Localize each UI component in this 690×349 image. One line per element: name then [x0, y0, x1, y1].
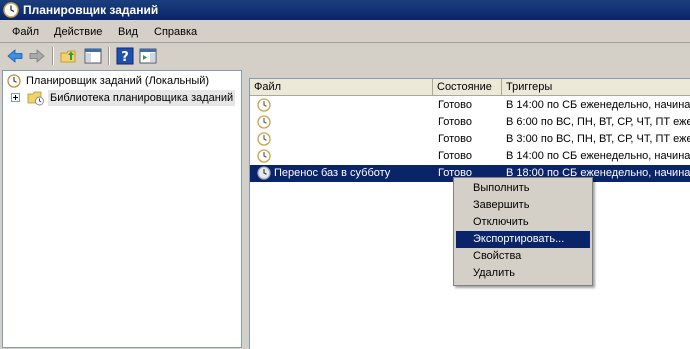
task-status: Готово: [438, 116, 472, 128]
menu-action[interactable]: Действие: [54, 25, 102, 39]
up-folder-icon[interactable]: [59, 46, 79, 66]
context-menu-delete[interactable]: Удалить: [456, 265, 590, 282]
task-status: Готово: [438, 150, 472, 162]
svg-text:?: ?: [121, 50, 129, 65]
task-trigger: В 14:00 по СБ еженедельно, начиная: [506, 150, 690, 162]
window-title: Планировщик заданий: [23, 3, 159, 17]
tree-pane: Планировщик заданий (Локальный) Библиоте…: [2, 70, 242, 348]
tree-root-label: Планировщик заданий (Локальный): [26, 75, 210, 87]
menu-help[interactable]: Справка: [154, 25, 197, 39]
forward-icon[interactable]: [27, 46, 47, 66]
help-icon[interactable]: ?: [115, 46, 135, 66]
task-trigger: В 14:00 по СБ еженедельно, начиная: [506, 99, 690, 111]
folder-icon: [27, 91, 44, 106]
column-header-status[interactable]: Состояние: [433, 79, 502, 96]
task-trigger: В 6:00 по ВС, ПН, ВТ, СР, ЧТ, ПТ еже: [506, 116, 690, 128]
clock-icon: [257, 166, 271, 180]
clock-icon: [257, 149, 271, 163]
toolbar-separator: [52, 47, 54, 65]
clock-icon: [3, 2, 19, 18]
expand-plus-icon[interactable]: [11, 93, 20, 102]
context-menu-export[interactable]: Экспортировать...: [456, 231, 590, 248]
clock-icon: [7, 74, 21, 88]
context-menu-disable[interactable]: Отключить: [456, 214, 590, 231]
context-menu-run[interactable]: Выполнить: [456, 180, 590, 197]
tree-item-library-label: Библиотека планировщика заданий: [48, 90, 236, 106]
task-row[interactable]: Готово В 14:00 по СБ еженедельно, начина…: [250, 97, 690, 114]
task-status: Готово: [438, 99, 472, 111]
task-trigger: В 3:00 по ВС, ПН, ВТ, СР, ЧТ, ПТ еже: [506, 133, 690, 145]
clock-icon: [257, 98, 271, 112]
task-row[interactable]: Готово В 6:00 по ВС, ПН, ВТ, СР, ЧТ, ПТ …: [250, 114, 690, 131]
task-name: Перенос баз в субботу: [274, 167, 391, 179]
context-menu-end[interactable]: Завершить: [456, 197, 590, 214]
context-menu: Выполнить Завершить Отключить Экспортиро…: [453, 177, 593, 286]
toolbar: ?: [0, 43, 690, 70]
pane-splitter[interactable]: [242, 70, 248, 348]
action-pane-icon[interactable]: [138, 46, 158, 66]
clock-icon: [257, 132, 271, 146]
menu-file[interactable]: Файл: [12, 25, 39, 39]
column-header-triggers[interactable]: Триггеры: [502, 79, 690, 96]
menu-view[interactable]: Вид: [118, 25, 138, 39]
column-header-file[interactable]: Файл: [250, 79, 433, 96]
context-menu-properties[interactable]: Свойства: [456, 248, 590, 265]
menu-bar: Файл Действие Вид Справка: [0, 22, 690, 43]
title-bar: Планировщик заданий: [0, 0, 690, 20]
task-row[interactable]: Готово В 14:00 по СБ еженедельно, начина…: [250, 148, 690, 165]
toolbar-separator: [108, 47, 110, 65]
clock-icon: [257, 115, 271, 129]
back-icon[interactable]: [5, 46, 25, 66]
task-status: Готово: [438, 133, 472, 145]
task-row[interactable]: Готово В 3:00 по ВС, ПН, ВТ, СР, ЧТ, ПТ …: [250, 131, 690, 148]
show-hide-tree-icon[interactable]: [83, 46, 103, 66]
